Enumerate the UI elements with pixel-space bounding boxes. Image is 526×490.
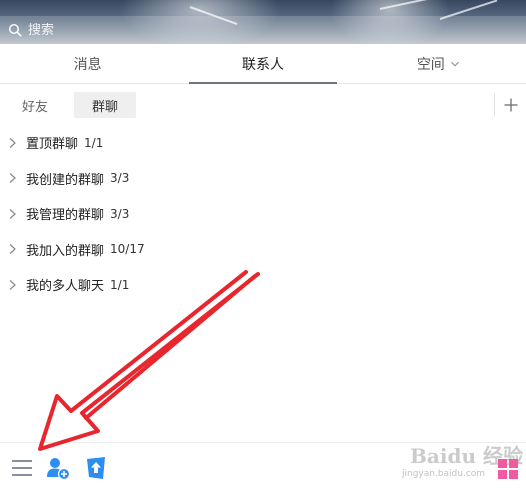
watermark-url: jingyan.baidu.com [402, 469, 486, 479]
group-category-managed[interactable]: 我管理的群聊 3/3 [0, 196, 526, 232]
group-category-name: 我加入的群聊 [26, 243, 105, 259]
chevron-right-icon [9, 137, 16, 148]
chevron-right-icon [9, 244, 16, 255]
tab-label: 消息 [73, 56, 102, 73]
add-button[interactable] [494, 93, 518, 117]
header-banner [0, 0, 526, 44]
subtab-friends[interactable]: 好友 [10, 92, 60, 118]
tab-space[interactable]: 空间 [351, 44, 526, 83]
tab-messages[interactable]: 消息 [0, 44, 175, 83]
chevron-right-icon [9, 208, 16, 219]
chevron-down-icon [450, 61, 459, 67]
search-input[interactable] [28, 22, 328, 38]
group-category-joined[interactable]: 我加入的群聊 10/17 [0, 232, 526, 268]
group-category-count: 3/3 [110, 206, 130, 221]
group-category-created[interactable]: 我创建的群聊 3/3 [0, 161, 526, 197]
tab-contacts[interactable]: 联系人 [175, 44, 350, 84]
group-category-name: 置顶群聊 [26, 137, 79, 153]
main-tabs: 消息 联系人 空间 [0, 44, 526, 84]
chevron-right-icon [9, 279, 16, 290]
subtab-groups[interactable]: 群聊 [74, 92, 137, 118]
search-bar[interactable] [0, 16, 526, 44]
group-category-count: 10/17 [110, 242, 145, 257]
group-category-count: 1/1 [84, 135, 104, 150]
group-list: 置顶群聊 1/1 我创建的群聊 3/3 我管理的群聊 3/3 我加入的群聊 10… [0, 125, 526, 303]
group-category-name: 我管理的群聊 [26, 208, 105, 224]
group-category-count: 3/3 [110, 171, 130, 186]
plus-icon [504, 98, 518, 112]
search-icon [8, 23, 22, 37]
baidu-logo-icon [498, 459, 518, 479]
menu-icon[interactable] [9, 455, 35, 481]
group-category-pinned[interactable]: 置顶群聊 1/1 [0, 125, 526, 161]
group-category-name: 我的多人聊天 [26, 279, 105, 295]
file-transfer-icon[interactable] [83, 455, 109, 481]
group-category-name: 我创建的群聊 [26, 172, 105, 188]
tab-label: 联系人 [241, 56, 284, 73]
contact-subtabs: 好友 群聊 [0, 85, 526, 125]
add-friend-icon[interactable] [45, 455, 71, 481]
group-category-count: 1/1 [110, 277, 130, 292]
group-category-multichat[interactable]: 我的多人聊天 1/1 [0, 267, 526, 303]
chevron-right-icon [9, 173, 16, 184]
subtab-label: 好友 [22, 99, 49, 115]
subtab-label: 群聊 [92, 99, 119, 115]
tab-label: 空间 [416, 56, 445, 73]
